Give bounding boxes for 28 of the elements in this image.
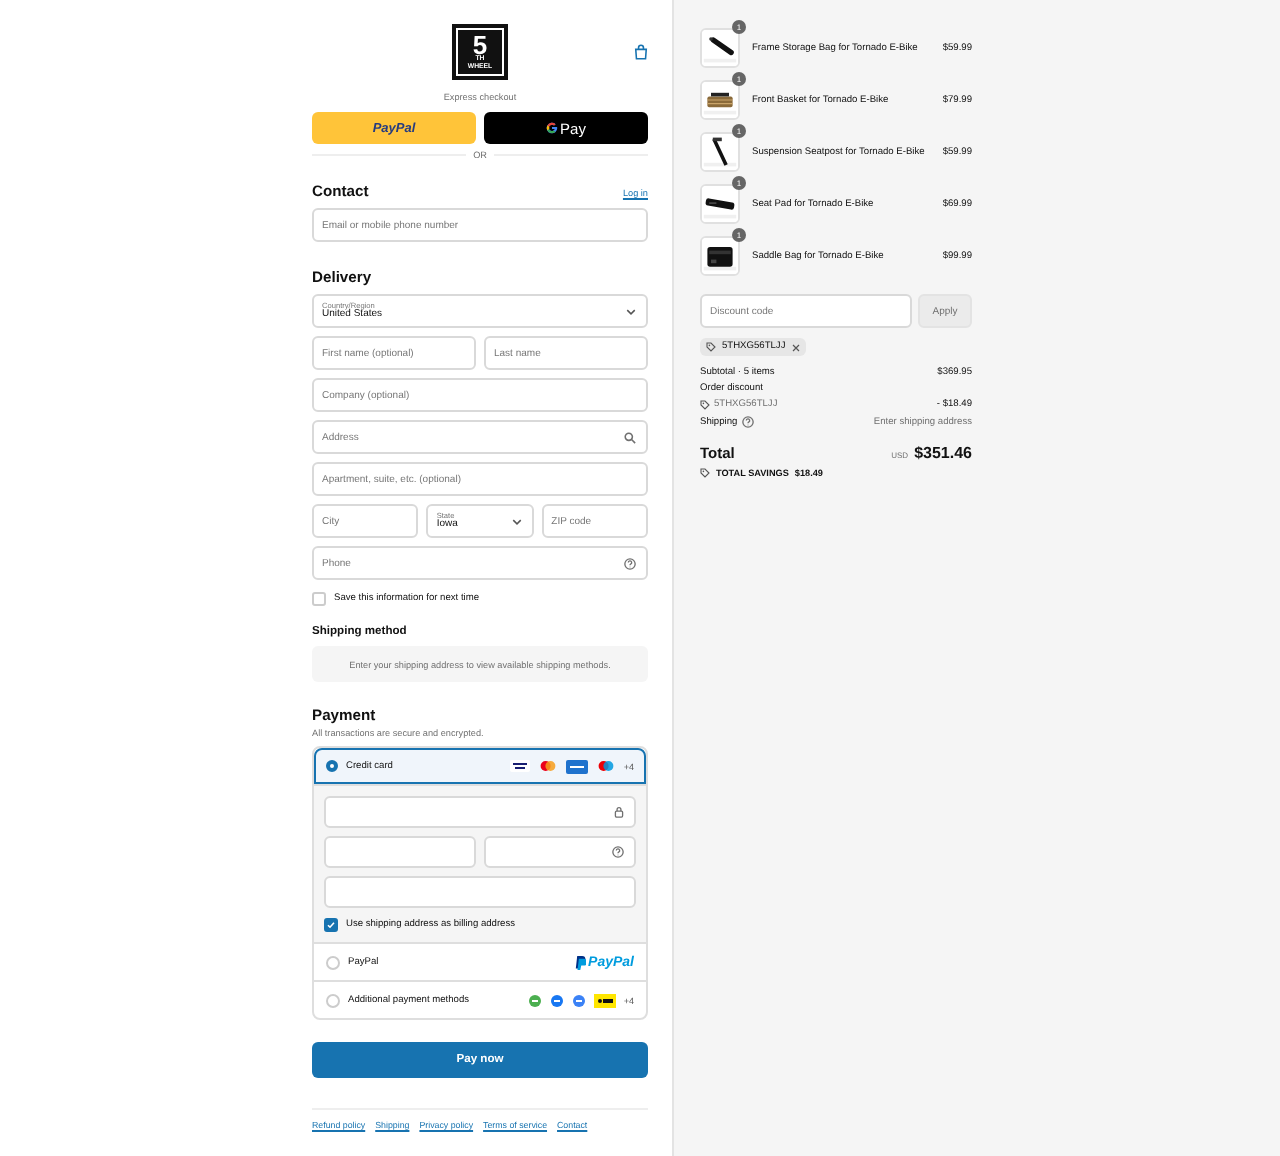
input-field[interactable] [484, 836, 636, 868]
checkbox[interactable] [324, 918, 338, 932]
caret-icon [626, 307, 636, 315]
tag-icon [700, 400, 710, 410]
caret-icon [511, 517, 522, 525]
input-field[interactable] [324, 796, 636, 828]
payment-method-icon [593, 993, 616, 1007]
card-icon [537, 760, 558, 772]
payment-method-icon [549, 993, 564, 1007]
card-icon [595, 760, 616, 772]
payment-method-icon [571, 993, 586, 1007]
radio-button[interactable] [326, 760, 338, 772]
input-field[interactable] [324, 836, 476, 868]
card-icon [509, 760, 530, 772]
search-icon [624, 431, 636, 443]
total-amount: $351.46 [914, 444, 972, 462]
input-field[interactable] [324, 876, 636, 908]
help-icon [741, 416, 754, 428]
help-icon [612, 846, 624, 858]
payment-method-icon [527, 993, 542, 1007]
tag-icon [700, 468, 710, 478]
help-icon [624, 557, 636, 569]
tag-icon [706, 342, 716, 352]
card-icon [565, 759, 588, 773]
close-icon[interactable] [791, 343, 800, 351]
google-icon [546, 122, 559, 134]
bag-icon[interactable] [634, 44, 648, 60]
lock-icon [614, 806, 624, 818]
